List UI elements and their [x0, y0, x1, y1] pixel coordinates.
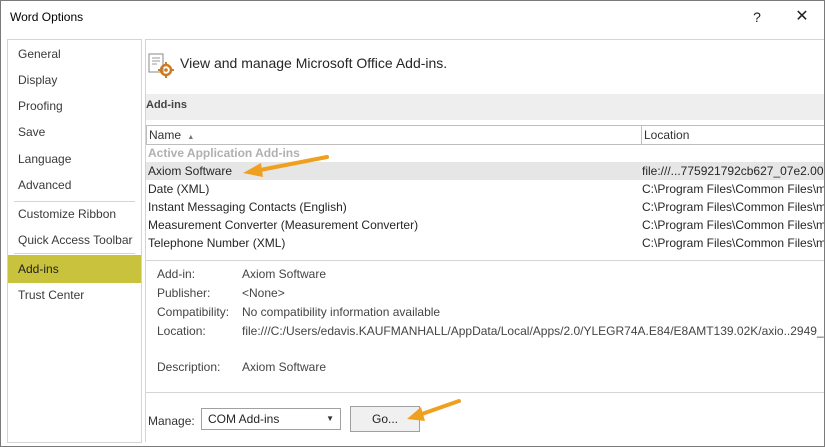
sidebar-item-customize-ribbon[interactable]: Customize Ribbon: [8, 201, 141, 227]
row-name: Axiom Software: [148, 164, 233, 178]
help-button[interactable]: ?: [743, 6, 771, 28]
window-title: Word Options: [10, 10, 84, 24]
section-title: Add-ins: [146, 99, 187, 111]
row-location: C:\Program Files\Common Files\m: [642, 218, 825, 232]
detail-label-compatibility: Compatibility:: [157, 305, 230, 319]
table-row[interactable]: Date (XML) C:\Program Files\Common Files…: [146, 180, 825, 198]
table-row[interactable]: Instant Messaging Contacts (English) C:\…: [146, 198, 825, 216]
detail-value-publisher: <None>: [242, 286, 285, 300]
detail-label-description: Description:: [157, 360, 221, 374]
addins-table: Name ▲ Location Active Application Add-i…: [146, 125, 825, 255]
sidebar-item-advanced[interactable]: Advanced: [8, 172, 141, 198]
panel-heading: View and manage Microsoft Office Add-ins…: [180, 55, 448, 71]
detail-label-location: Location:: [157, 324, 206, 338]
addins-section-header: Add-ins: [146, 94, 824, 120]
table-row[interactable]: Measurement Converter (Measurement Conve…: [146, 216, 825, 234]
row-location: C:\Program Files\Common Files\m: [642, 236, 825, 250]
row-name: Date (XML): [148, 182, 210, 196]
manage-dropdown[interactable]: COM Add-ins ▼: [201, 408, 341, 430]
column-header-name[interactable]: Name ▲: [146, 125, 642, 145]
addins-panel: View and manage Microsoft Office Add-ins…: [145, 39, 825, 443]
sidebar-item-display[interactable]: Display: [8, 67, 141, 93]
word-options-dialog: Word Options ? ✕ General Display Proofin…: [0, 0, 825, 447]
sort-ascending-icon: ▲: [187, 134, 195, 141]
column-header-location[interactable]: Location: [641, 125, 824, 145]
manage-dropdown-value: COM Add-ins: [208, 412, 280, 426]
row-location: C:\Program Files\Common Files\m: [642, 200, 825, 214]
column-header-name-label: Name: [149, 128, 182, 142]
annotation-arrow-icon: [407, 399, 461, 421]
close-button[interactable]: ✕: [788, 6, 816, 28]
detail-value-compatibility: No compatibility information available: [242, 305, 441, 319]
detail-label-addin: Add-in:: [157, 267, 196, 281]
chevron-down-icon: ▼: [326, 414, 334, 423]
detail-value-location: file:///C:/Users/edavis.KAUFMANHALL/AppD…: [242, 324, 825, 338]
sidebar-item-trust-center[interactable]: Trust Center: [8, 282, 141, 308]
row-name: Measurement Converter (Measurement Conve…: [148, 218, 419, 232]
row-location: C:\Program Files\Common Files\m: [642, 182, 825, 196]
detail-value-addin: Axiom Software: [242, 267, 327, 281]
sidebar: General Display Proofing Save Language A…: [7, 39, 142, 443]
annotation-arrow-icon: [243, 155, 329, 177]
detail-label-publisher: Publisher:: [157, 286, 211, 300]
addin-details: Add-in: Axiom Software Publisher: <None>…: [146, 260, 825, 391]
row-name: Instant Messaging Contacts (English): [148, 200, 347, 214]
addins-gear-icon: [148, 53, 174, 78]
manage-label: Manage:: [148, 414, 195, 428]
sidebar-item-quick-access-toolbar[interactable]: Quick Access Toolbar: [8, 227, 141, 253]
detail-value-description: Axiom Software: [242, 360, 327, 374]
sidebar-item-save[interactable]: Save: [8, 119, 141, 145]
row-location: file:///...775921792cb627_07e2.000: [642, 164, 825, 178]
sidebar-item-add-ins[interactable]: Add-ins: [8, 255, 141, 283]
title-bar: Word Options ? ✕: [1, 1, 824, 33]
sidebar-item-language[interactable]: Language: [8, 146, 141, 172]
table-row[interactable]: Telephone Number (XML) C:\Program Files\…: [146, 234, 825, 252]
sidebar-item-proofing[interactable]: Proofing: [8, 93, 141, 119]
row-name: Telephone Number (XML): [148, 236, 286, 250]
sidebar-item-general[interactable]: General: [8, 41, 141, 67]
sidebar-divider: [14, 253, 135, 254]
manage-bar: Manage: COM Add-ins ▼ Go...: [146, 392, 824, 443]
